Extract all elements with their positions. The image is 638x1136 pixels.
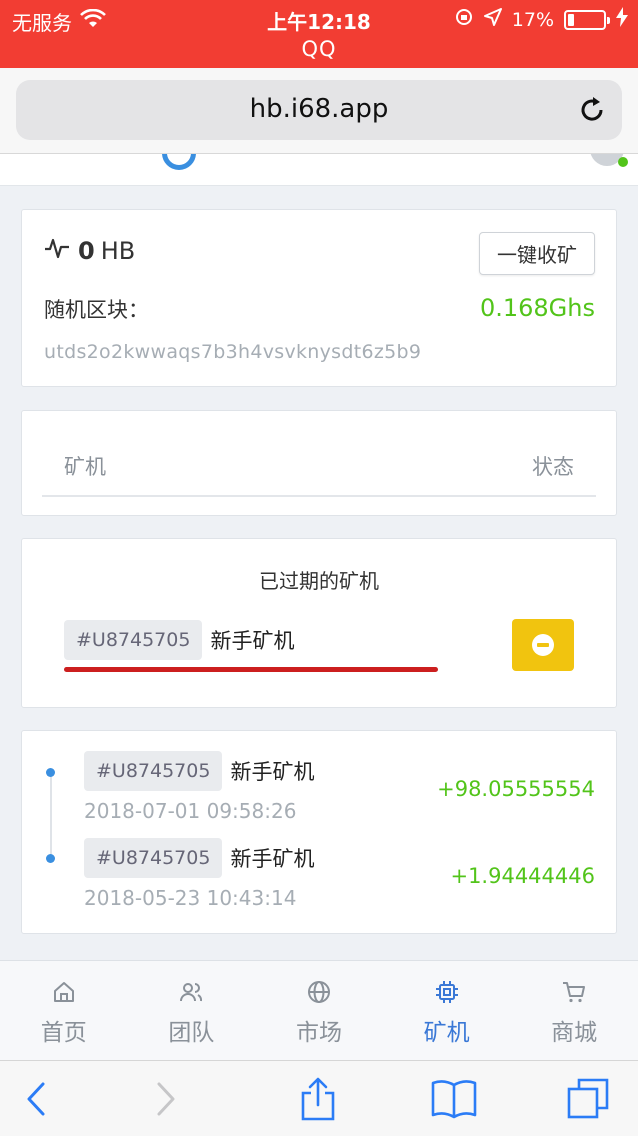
- home-icon: [53, 982, 74, 1002]
- back-icon[interactable]: [16, 1077, 60, 1121]
- column-header-status: 状态: [532, 455, 574, 479]
- site-header: [0, 154, 638, 186]
- expired-underline: [64, 667, 438, 672]
- page-content: 0 HB 一键收矿 随机区块： 0.168Ghs utds2o2kwwaqs7b…: [0, 154, 638, 960]
- record-amount: +98.05555554: [437, 777, 595, 801]
- balance-value: 0: [78, 237, 95, 265]
- tab-label: 首页: [40, 1020, 87, 1046]
- collect-all-button[interactable]: 一键收矿: [479, 232, 595, 275]
- reload-icon[interactable]: [576, 94, 608, 126]
- miner-id-badge: #U8745705: [84, 838, 223, 878]
- charging-icon: [616, 7, 628, 32]
- battery-icon: [564, 9, 610, 30]
- tab-label: 团队: [168, 1020, 215, 1046]
- expired-miners-card: 已过期的矿机 #U8745705 新手矿机: [21, 538, 617, 708]
- logo-mark-icon: [162, 154, 196, 170]
- globe-icon: [307, 981, 330, 1003]
- timeline-dot: [46, 768, 55, 777]
- tabs-icon[interactable]: [566, 1077, 610, 1121]
- remove-miner-button[interactable]: [512, 619, 574, 671]
- tab-shop[interactable]: 商城: [510, 961, 638, 1060]
- tab-team[interactable]: 团队: [128, 961, 256, 1060]
- browser-address-area: hb.i68.app: [0, 68, 638, 154]
- app-title: QQ: [301, 37, 337, 61]
- timeline-dot: [46, 854, 55, 863]
- tab-label: 市场: [295, 1020, 342, 1046]
- summary-card: 0 HB 一键收矿 随机区块： 0.168Ghs utds2o2kwwaqs7b…: [21, 209, 617, 387]
- expired-miner-row: #U8745705 新手矿机: [64, 620, 294, 660]
- random-block-label: 随机区块：: [44, 298, 149, 322]
- tab-miners[interactable]: 矿机: [383, 961, 511, 1060]
- bottom-tab-bar: 首页 团队 市场 矿机 商城: [0, 960, 638, 1060]
- forward-icon[interactable]: [142, 1077, 186, 1121]
- miner-name: 新手矿机: [230, 847, 315, 871]
- balance-unit: HB: [100, 237, 136, 265]
- battery-percent: 17%: [511, 8, 554, 31]
- miner-id-badge: #U8745705: [64, 620, 203, 660]
- timeline-item: #U8745705 新手矿机 2018-07-01 09:58:26: [84, 751, 314, 823]
- record-amount: +1.94444446: [450, 864, 595, 888]
- timeline-item: #U8745705 新手矿机 2018-05-23 10:43:14: [84, 838, 314, 910]
- tab-label: 商城: [551, 1020, 598, 1046]
- tab-home[interactable]: 首页: [0, 961, 128, 1060]
- bookmarks-icon[interactable]: [430, 1077, 478, 1121]
- timeline-line: [50, 775, 52, 861]
- browser-toolbar: [0, 1060, 638, 1136]
- chip-icon: [435, 981, 458, 1003]
- tab-label: 矿机: [423, 1020, 470, 1046]
- column-header-miner: 矿机: [64, 455, 106, 479]
- orientation-lock-icon: [454, 7, 474, 32]
- expired-title: 已过期的矿机: [259, 569, 379, 593]
- miner-name: 新手矿机: [230, 760, 315, 784]
- app-header: 无服务 上午12:18 17% QQ: [0, 0, 638, 68]
- balance: 0 HB: [44, 236, 135, 266]
- miner-name: 新手矿机: [210, 629, 295, 653]
- record-time: 2018-07-01 09:58:26: [84, 799, 297, 823]
- block-hash: utds2o2kwwaqs7b3h4vsvknysdt6z5b9: [44, 341, 422, 363]
- minus-circle-icon: [532, 634, 554, 656]
- divider: [42, 495, 596, 497]
- tab-market[interactable]: 市场: [255, 961, 383, 1060]
- status-bar: 无服务 上午12:18 17%: [0, 0, 638, 36]
- hashrate: 0.168Ghs: [479, 294, 595, 322]
- location-icon: [483, 8, 502, 31]
- address-bar[interactable]: hb.i68.app: [16, 80, 622, 140]
- earnings-timeline-card: #U8745705 新手矿机 2018-07-01 09:58:26 +98.0…: [21, 730, 617, 934]
- cart-icon: [563, 982, 586, 1003]
- share-icon[interactable]: [296, 1077, 340, 1121]
- miner-table-card: 矿机 状态: [21, 410, 617, 516]
- record-time: 2018-05-23 10:43:14: [84, 886, 297, 910]
- avatar[interactable]: [590, 154, 628, 167]
- miner-id-badge: #U8745705: [84, 751, 223, 791]
- users-icon: [180, 983, 203, 1002]
- online-indicator: [618, 157, 628, 167]
- activity-icon: [44, 236, 70, 266]
- url-text: hb.i68.app: [249, 94, 389, 124]
